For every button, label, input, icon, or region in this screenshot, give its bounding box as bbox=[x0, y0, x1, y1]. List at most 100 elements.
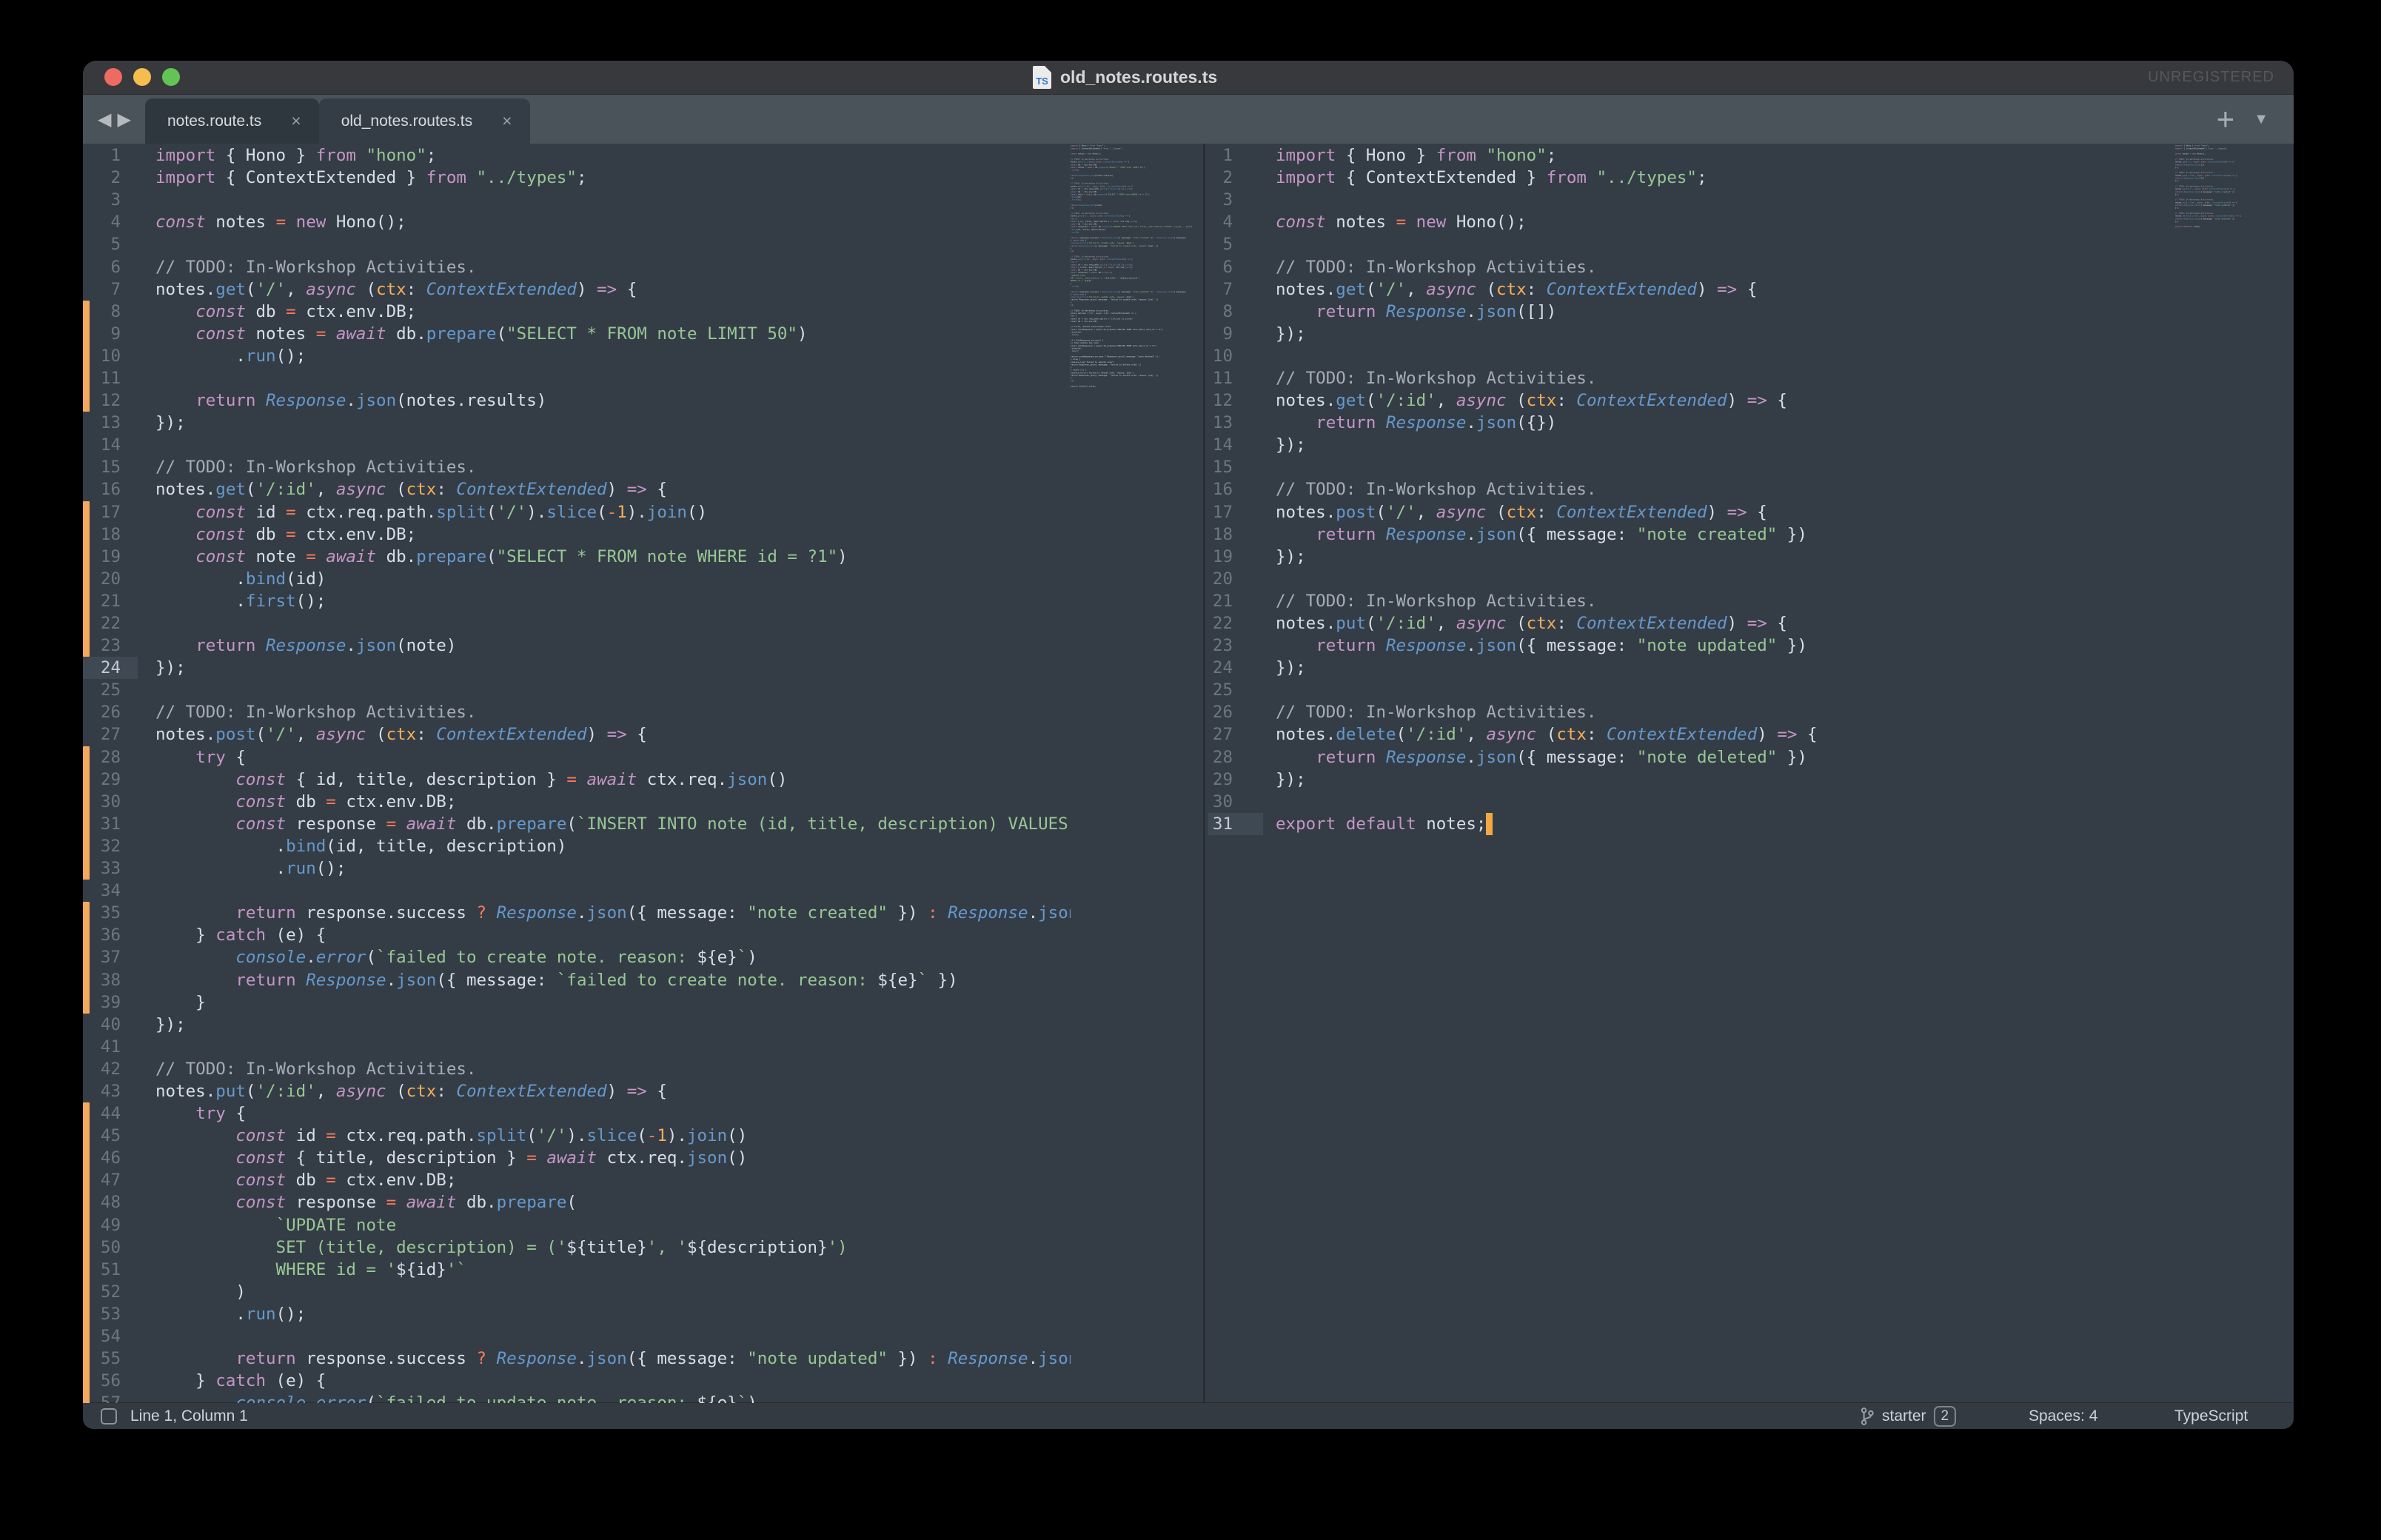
line-number[interactable]: 24 bbox=[83, 658, 121, 677]
line-number[interactable]: 22 bbox=[83, 614, 121, 633]
line-number[interactable]: 7 bbox=[1208, 280, 1233, 299]
line-number[interactable]: 34 bbox=[83, 881, 121, 900]
tab-close-icon[interactable]: × bbox=[261, 111, 301, 131]
line-number[interactable]: 48 bbox=[83, 1193, 121, 1212]
editor-pane-right[interactable]: 1import { Hono } from "hono";2import { C… bbox=[1208, 144, 2175, 1403]
line-number[interactable]: 28 bbox=[1208, 748, 1233, 767]
line-number[interactable]: 31 bbox=[83, 814, 121, 834]
line-number[interactable]: 14 bbox=[83, 435, 121, 455]
line-number[interactable]: 35 bbox=[83, 903, 121, 923]
line-number[interactable]: 3 bbox=[83, 190, 121, 210]
line-number[interactable]: 37 bbox=[83, 948, 121, 967]
line-number[interactable]: 17 bbox=[83, 503, 121, 522]
line-number[interactable]: 43 bbox=[83, 1082, 121, 1101]
line-number[interactable]: 5 bbox=[83, 235, 121, 254]
line-number[interactable]: 55 bbox=[83, 1349, 121, 1368]
tab-nav-forward-icon[interactable]: ▶ bbox=[117, 109, 130, 130]
line-number[interactable]: 5 bbox=[1208, 235, 1233, 254]
line-number[interactable]: 16 bbox=[1208, 480, 1233, 499]
line-number[interactable]: 19 bbox=[1208, 547, 1233, 566]
line-number[interactable]: 6 bbox=[1208, 258, 1233, 277]
line-number[interactable]: 21 bbox=[83, 592, 121, 611]
line-number[interactable]: 41 bbox=[83, 1037, 121, 1057]
tab-old_notes.routes.ts[interactable]: old_notes.routes.ts× bbox=[319, 98, 530, 144]
line-number[interactable]: 11 bbox=[1208, 369, 1233, 388]
line-number[interactable]: 36 bbox=[83, 925, 121, 945]
tab-overflow-icon[interactable]: ▼ bbox=[2254, 111, 2268, 128]
line-number[interactable]: 26 bbox=[83, 703, 121, 722]
line-number[interactable]: 11 bbox=[83, 369, 121, 388]
line-number[interactable]: 25 bbox=[1208, 680, 1233, 700]
tab-nav-back-icon[interactable]: ◀ bbox=[98, 109, 111, 130]
line-number[interactable]: 51 bbox=[83, 1260, 121, 1279]
line-number[interactable]: 20 bbox=[1208, 569, 1233, 589]
line-number[interactable]: 12 bbox=[83, 391, 121, 410]
syntax-language[interactable]: TypeScript bbox=[2174, 1403, 2248, 1429]
line-number[interactable]: 39 bbox=[83, 993, 121, 1012]
line-number[interactable]: 18 bbox=[1208, 525, 1233, 544]
indent-setting[interactable]: Spaces: 4 bbox=[2029, 1403, 2097, 1429]
new-tab-icon[interactable]: + bbox=[2217, 104, 2235, 135]
line-number[interactable]: 7 bbox=[83, 280, 121, 299]
line-number[interactable]: 10 bbox=[83, 346, 121, 366]
line-number[interactable]: 27 bbox=[83, 725, 121, 744]
line-number[interactable]: 45 bbox=[83, 1126, 121, 1145]
line-number[interactable]: 53 bbox=[83, 1305, 121, 1324]
line-number[interactable]: 26 bbox=[1208, 703, 1233, 722]
line-number[interactable]: 40 bbox=[83, 1015, 121, 1034]
line-number[interactable]: 4 bbox=[83, 212, 121, 232]
zoom-window-button[interactable] bbox=[162, 68, 180, 86]
line-number[interactable]: 19 bbox=[83, 547, 121, 566]
line-number[interactable]: 33 bbox=[83, 859, 121, 878]
line-number[interactable]: 22 bbox=[1208, 614, 1233, 633]
line-number[interactable]: 8 bbox=[1208, 302, 1233, 321]
line-number[interactable]: 20 bbox=[83, 569, 121, 589]
line-number[interactable]: 2 bbox=[1208, 168, 1233, 187]
line-number[interactable]: 30 bbox=[1208, 792, 1233, 811]
line-number[interactable]: 38 bbox=[83, 971, 121, 990]
line-number[interactable]: 13 bbox=[83, 413, 121, 432]
line-number[interactable]: 15 bbox=[83, 458, 121, 477]
pane-divider[interactable] bbox=[1203, 144, 1205, 1403]
line-number[interactable]: 13 bbox=[1208, 413, 1233, 432]
line-number[interactable]: 2 bbox=[83, 168, 121, 187]
line-number[interactable]: 9 bbox=[83, 324, 121, 344]
line-number[interactable]: 29 bbox=[83, 770, 121, 789]
line-number[interactable]: 15 bbox=[1208, 458, 1233, 477]
line-number[interactable]: 25 bbox=[83, 680, 121, 700]
close-window-button[interactable] bbox=[104, 68, 122, 86]
line-number[interactable]: 46 bbox=[83, 1148, 121, 1168]
line-number[interactable]: 47 bbox=[83, 1171, 121, 1190]
line-number[interactable]: 6 bbox=[83, 258, 121, 277]
git-branch-status[interactable]: starter 2 bbox=[1860, 1403, 1956, 1429]
line-number[interactable]: 23 bbox=[1208, 636, 1233, 655]
line-number[interactable]: 30 bbox=[83, 792, 121, 811]
line-number[interactable]: 8 bbox=[83, 302, 121, 321]
line-number[interactable]: 49 bbox=[83, 1216, 121, 1235]
line-number[interactable]: 4 bbox=[1208, 212, 1233, 232]
line-number[interactable]: 31 bbox=[1208, 814, 1233, 834]
line-number[interactable]: 16 bbox=[83, 480, 121, 499]
line-number[interactable]: 29 bbox=[1208, 770, 1233, 789]
minimize-window-button[interactable] bbox=[133, 68, 151, 86]
line-number[interactable]: 23 bbox=[83, 636, 121, 655]
line-number[interactable]: 12 bbox=[1208, 391, 1233, 410]
line-number[interactable]: 42 bbox=[83, 1059, 121, 1079]
tab-notes.route.ts[interactable]: notes.route.ts× bbox=[145, 98, 319, 144]
line-number[interactable]: 1 bbox=[1208, 146, 1233, 165]
tab-close-icon[interactable]: × bbox=[472, 111, 512, 131]
line-number[interactable]: 3 bbox=[1208, 190, 1233, 210]
line-number[interactable]: 10 bbox=[1208, 346, 1233, 366]
line-number[interactable]: 9 bbox=[1208, 324, 1233, 344]
line-number[interactable]: 18 bbox=[83, 525, 121, 544]
panel-switcher-icon[interactable] bbox=[101, 1408, 117, 1424]
line-number[interactable]: 50 bbox=[83, 1238, 121, 1257]
line-number[interactable]: 1 bbox=[83, 146, 121, 165]
line-number[interactable]: 14 bbox=[1208, 435, 1233, 455]
line-number[interactable]: 28 bbox=[83, 748, 121, 767]
line-number[interactable]: 21 bbox=[1208, 592, 1233, 611]
line-number[interactable]: 17 bbox=[1208, 503, 1233, 522]
line-number[interactable]: 32 bbox=[83, 837, 121, 856]
minimap-left[interactable]: import { Hono } from "hono";import { Con… bbox=[1071, 144, 1192, 1403]
cursor-position-label[interactable]: Line 1, Column 1 bbox=[130, 1407, 248, 1425]
